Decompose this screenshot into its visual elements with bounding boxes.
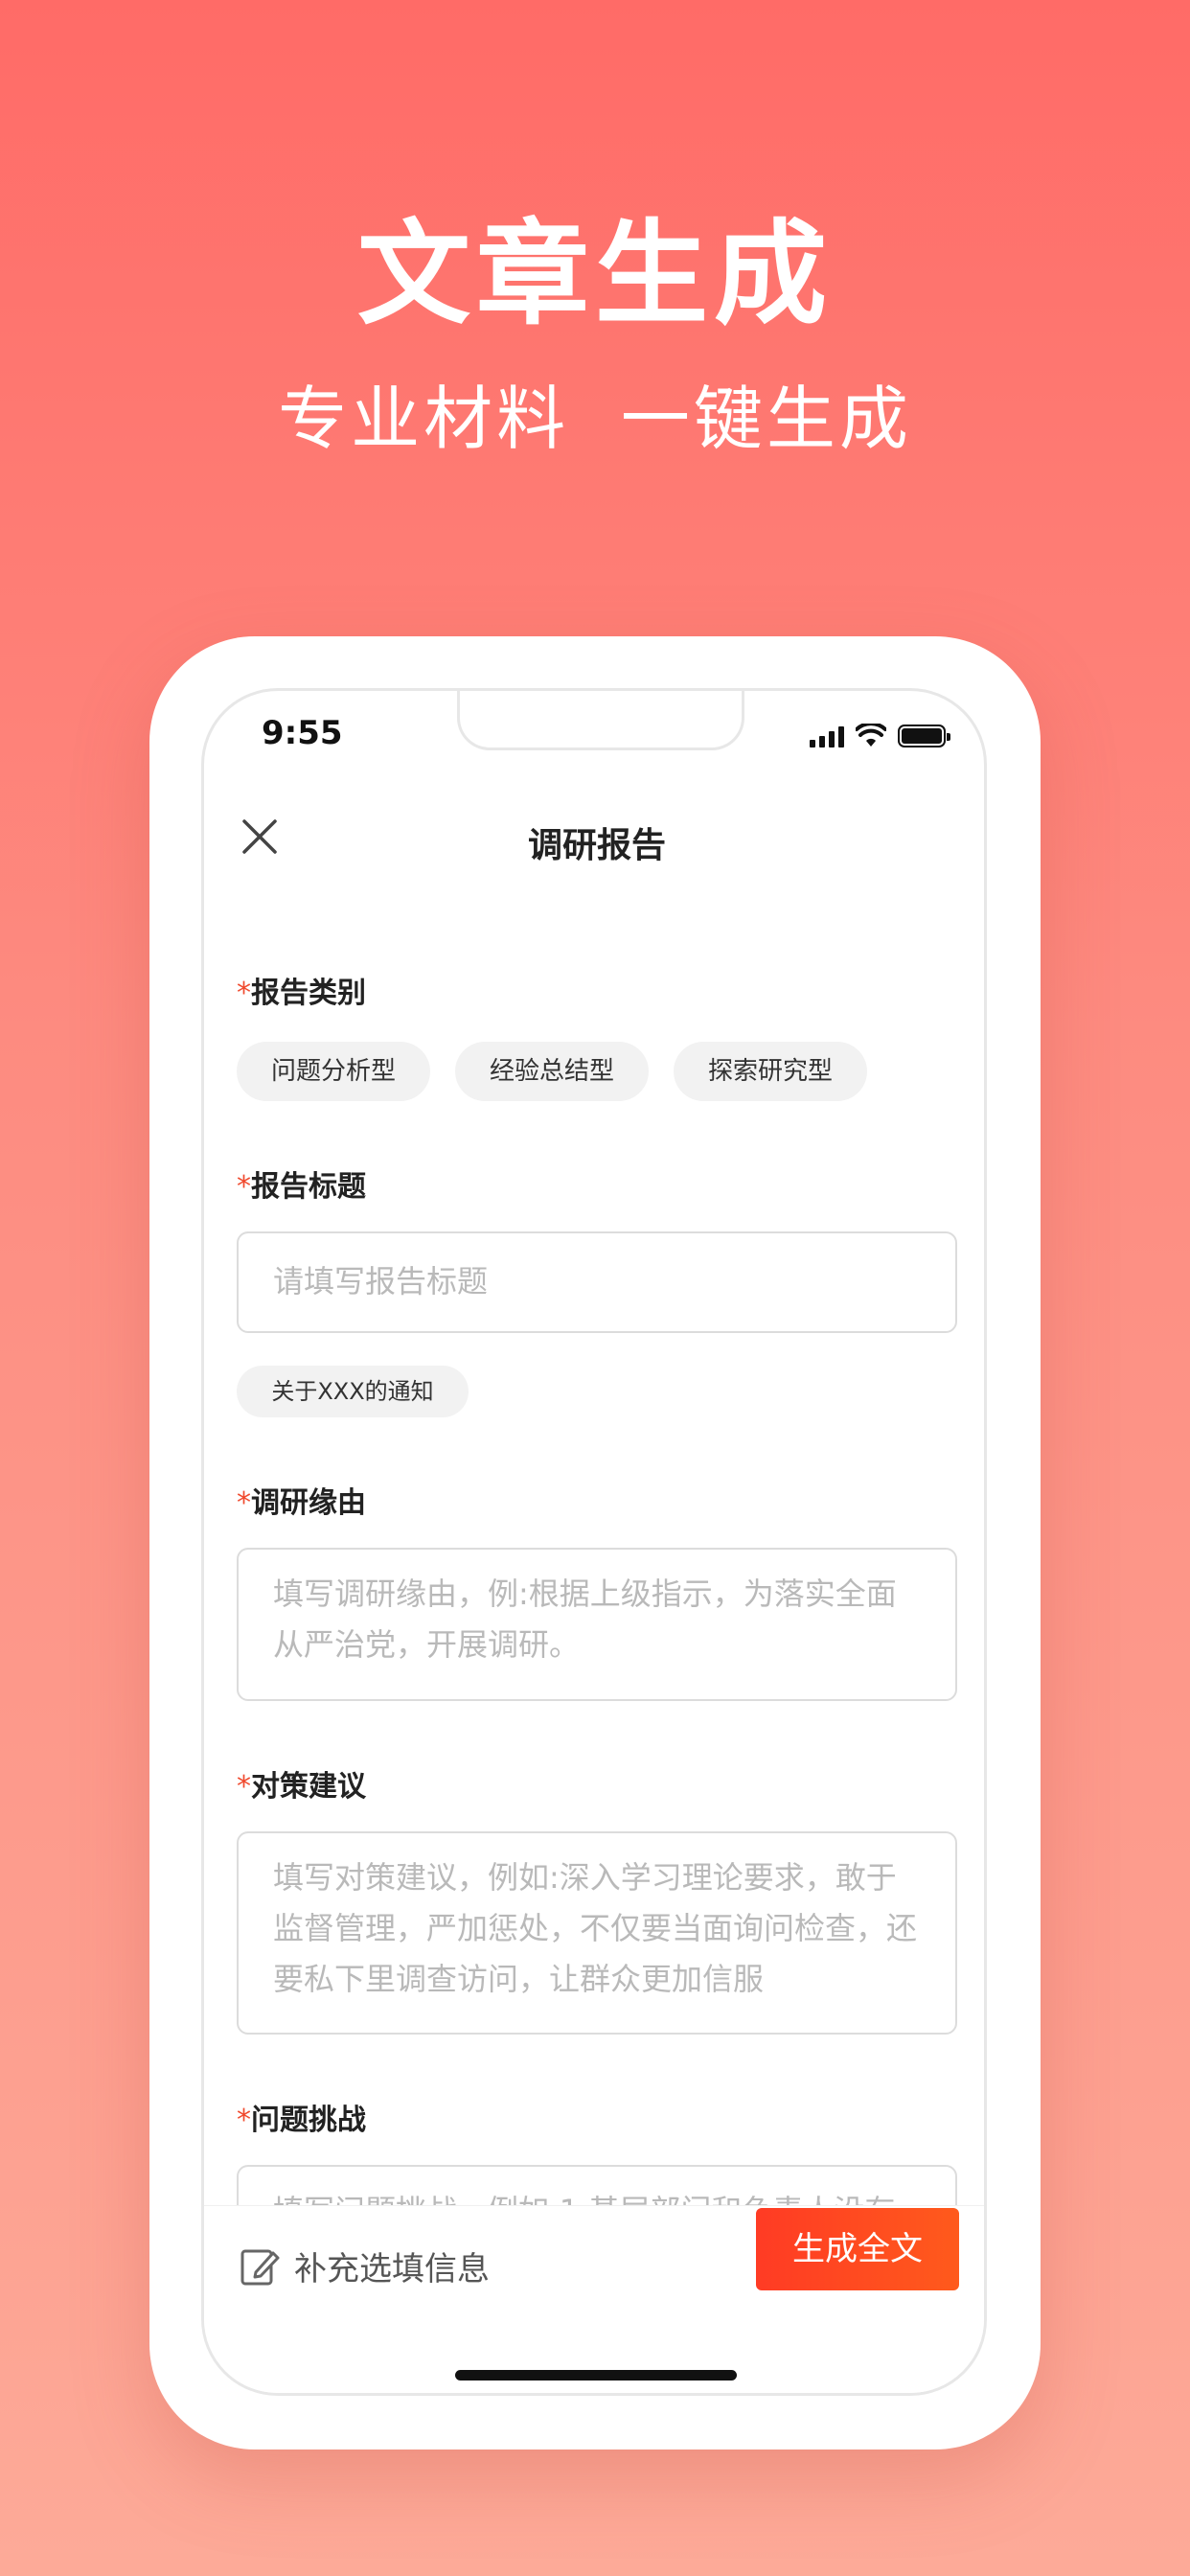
report-form: *报告类别 问题分析型 经验总结型 探索研究型 *报告标题 请填写报告标题 关于… bbox=[204, 691, 984, 2205]
status-icons bbox=[810, 722, 950, 750]
home-indicator bbox=[455, 2370, 737, 2380]
phone-frame: *报告类别 问题分析型 经验总结型 探索研究型 *报告标题 请填写报告标题 关于… bbox=[149, 636, 1041, 2450]
challenges-textarea[interactable]: 填写问题挑战，例如:1.基层部门和负责人没有承担相应责任，工作中出现了很多问题没 bbox=[237, 2165, 957, 2205]
reason-textarea[interactable]: 填写调研缘由，例:根据上级指示，为落实全面从严治党，开展调研。 bbox=[237, 1548, 957, 1701]
reason-label: *调研缘由 bbox=[237, 1486, 366, 1520]
page-title: 调研报告 bbox=[527, 826, 666, 865]
wifi-icon bbox=[856, 724, 886, 747]
hero-title: 文章生成 bbox=[356, 208, 833, 340]
required-mark: * bbox=[237, 977, 251, 1010]
report-title-input[interactable]: 请填写报告标题 bbox=[237, 1231, 957, 1333]
supplement-info-button[interactable]: 补充选填信息 bbox=[239, 2242, 490, 2289]
signal-icon bbox=[810, 724, 844, 748]
challenges-label: *问题挑战 bbox=[237, 2104, 366, 2137]
status-time: 9:55 bbox=[262, 714, 343, 752]
generate-full-text-button[interactable]: 生成全文 bbox=[756, 2208, 959, 2290]
nav-bar: 调研报告 bbox=[204, 787, 984, 892]
chip-exploratory-research[interactable]: 探索研究型 bbox=[674, 1042, 867, 1101]
chip-problem-analysis[interactable]: 问题分析型 bbox=[237, 1042, 430, 1101]
report-type-label: *报告类别 bbox=[237, 977, 366, 1010]
phone-screen: *报告类别 问题分析型 经验总结型 探索研究型 *报告标题 请填写报告标题 关于… bbox=[201, 688, 987, 2396]
chip-experience-summary[interactable]: 经验总结型 bbox=[455, 1042, 649, 1101]
suggestions-label: *对策建议 bbox=[237, 1770, 366, 1804]
phone-notch bbox=[457, 691, 744, 750]
report-title-label: *报告标题 bbox=[237, 1170, 366, 1204]
suggestions-textarea[interactable]: 填写对策建议，例如:深入学习理论要求，敢于监督管理，严加惩处，不仅要当面询问检查… bbox=[237, 1831, 957, 2035]
title-suggestion-chip[interactable]: 关于XXX的通知 bbox=[237, 1366, 469, 1417]
supplement-info-label: 补充选填信息 bbox=[294, 2250, 490, 2288]
battery-icon bbox=[898, 724, 950, 748]
bottom-bar: 补充选填信息 生成全文 bbox=[204, 2205, 984, 2393]
edit-icon bbox=[240, 2249, 280, 2285]
hero-subtitle: 专业材料 一键生成 bbox=[278, 379, 912, 459]
